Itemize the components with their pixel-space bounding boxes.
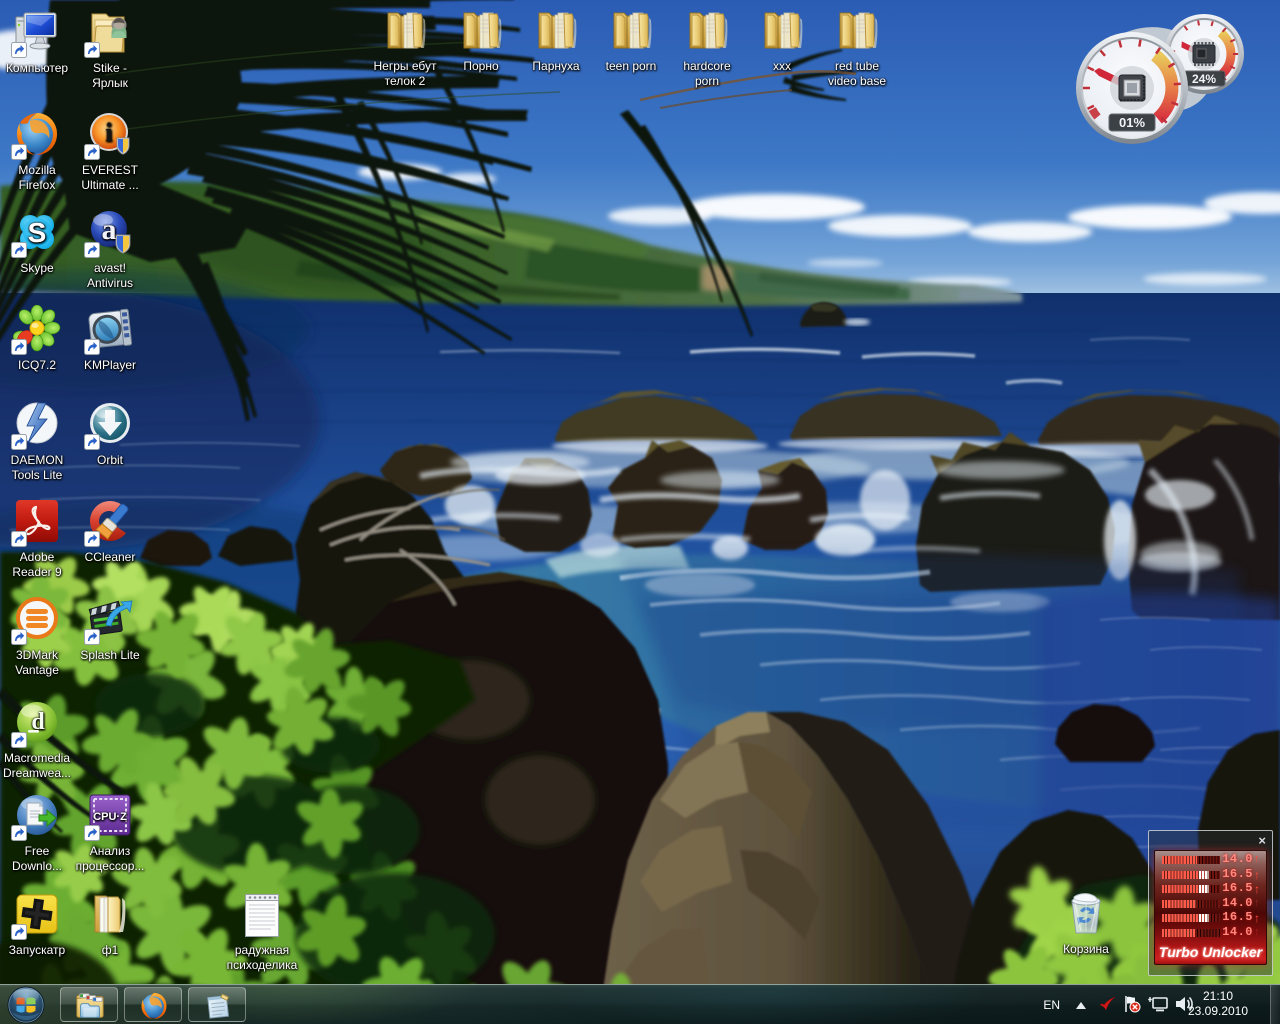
svg-text:i: i [105, 118, 112, 147]
svg-text:CPU·Z: CPU·Z [93, 811, 127, 823]
svg-text:01%: 01% [1119, 115, 1145, 130]
svg-text:24%: 24% [1192, 72, 1216, 86]
svg-text:S: S [28, 217, 47, 248]
svg-text:a: a [102, 213, 117, 246]
